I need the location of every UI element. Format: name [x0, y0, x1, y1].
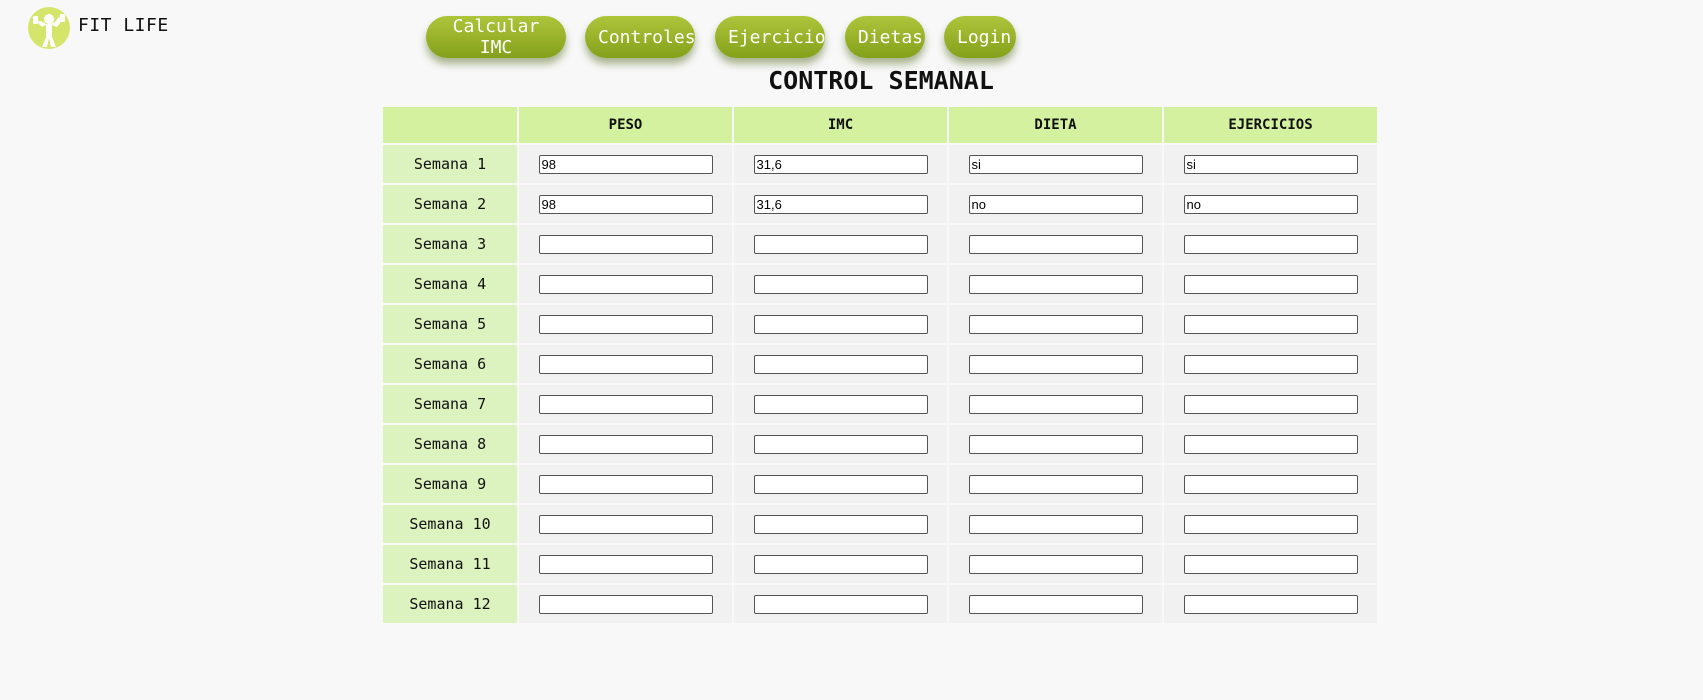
header-corner — [383, 107, 517, 143]
week-label: Semana 1 — [383, 145, 517, 183]
table-row: Semana 5 — [383, 305, 1377, 343]
imc-input[interactable] — [753, 235, 928, 254]
table-row: Semana 12 — [383, 585, 1377, 623]
nav-dietas-button[interactable]: Dietas — [845, 16, 925, 58]
table-row: Semana 2 — [383, 185, 1377, 223]
table-row: Semana 9 — [383, 465, 1377, 503]
peso-input[interactable] — [538, 195, 713, 214]
week-label: Semana 6 — [383, 345, 517, 383]
dieta-input[interactable] — [968, 395, 1143, 414]
nav-login-button[interactable]: Login — [944, 16, 1016, 58]
ejercicios-input[interactable] — [1183, 555, 1358, 574]
dieta-input[interactable] — [968, 595, 1143, 614]
week-label: Semana 10 — [383, 505, 517, 543]
imc-input[interactable] — [753, 595, 928, 614]
peso-input[interactable] — [538, 595, 713, 614]
table-body: Semana 1 Semana 2 Semana 3 Semana 4 — [383, 145, 1377, 623]
imc-input[interactable] — [753, 355, 928, 374]
week-label: Semana 12 — [383, 585, 517, 623]
week-label: Semana 11 — [383, 545, 517, 583]
week-label: Semana 4 — [383, 265, 517, 303]
fitness-person-icon — [28, 7, 70, 49]
ejercicios-input[interactable] — [1183, 155, 1358, 174]
ejercicios-input[interactable] — [1183, 395, 1358, 414]
brand-name: FIT LIFE — [78, 15, 169, 36]
ejercicios-input[interactable] — [1183, 595, 1358, 614]
peso-input[interactable] — [538, 275, 713, 294]
header-imc: IMC — [734, 107, 947, 143]
imc-input[interactable] — [753, 315, 928, 334]
main-nav: Calcular IMC Controles Ejercicio Dietas … — [426, 16, 1035, 58]
peso-input[interactable] — [538, 515, 713, 534]
dieta-input[interactable] — [968, 235, 1143, 254]
imc-input[interactable] — [753, 195, 928, 214]
page-title: CONTROL SEMANAL — [768, 66, 994, 95]
peso-input[interactable] — [538, 355, 713, 374]
dieta-input[interactable] — [968, 315, 1143, 334]
dieta-input[interactable] — [968, 555, 1143, 574]
nav-ejercicio-button[interactable]: Ejercicio — [715, 16, 826, 58]
table-row: Semana 7 — [383, 385, 1377, 423]
ejercicios-input[interactable] — [1183, 275, 1358, 294]
dieta-input[interactable] — [968, 195, 1143, 214]
imc-input[interactable] — [753, 155, 928, 174]
week-label: Semana 7 — [383, 385, 517, 423]
table-row: Semana 6 — [383, 345, 1377, 383]
peso-input[interactable] — [538, 395, 713, 414]
imc-input[interactable] — [753, 515, 928, 534]
imc-input[interactable] — [753, 555, 928, 574]
header-ejercicios: EJERCICIOS — [1164, 107, 1377, 143]
ejercicios-input[interactable] — [1183, 515, 1358, 534]
ejercicios-input[interactable] — [1183, 475, 1358, 494]
week-label: Semana 9 — [383, 465, 517, 503]
week-label: Semana 3 — [383, 225, 517, 263]
peso-input[interactable] — [538, 315, 713, 334]
weekly-control-table: PESO IMC DIETA EJERCICIOS Semana 1 Seman… — [381, 105, 1379, 625]
week-label: Semana 5 — [383, 305, 517, 343]
table-row: Semana 8 — [383, 425, 1377, 463]
peso-input[interactable] — [538, 435, 713, 454]
ejercicios-input[interactable] — [1183, 355, 1358, 374]
header-peso: PESO — [519, 107, 732, 143]
table-row: Semana 1 — [383, 145, 1377, 183]
table-row: Semana 10 — [383, 505, 1377, 543]
week-label: Semana 8 — [383, 425, 517, 463]
dieta-input[interactable] — [968, 515, 1143, 534]
table-header-row: PESO IMC DIETA EJERCICIOS — [383, 107, 1377, 143]
peso-input[interactable] — [538, 475, 713, 494]
imc-input[interactable] — [753, 475, 928, 494]
ejercicios-input[interactable] — [1183, 195, 1358, 214]
peso-input[interactable] — [538, 555, 713, 574]
table-row: Semana 3 — [383, 225, 1377, 263]
dieta-input[interactable] — [968, 355, 1143, 374]
peso-input[interactable] — [538, 155, 713, 174]
dieta-input[interactable] — [968, 275, 1143, 294]
dieta-input[interactable] — [968, 435, 1143, 454]
ejercicios-input[interactable] — [1183, 315, 1358, 334]
week-label: Semana 2 — [383, 185, 517, 223]
header-dieta: DIETA — [949, 107, 1162, 143]
imc-input[interactable] — [753, 395, 928, 414]
imc-input[interactable] — [753, 435, 928, 454]
nav-calcular-imc-button[interactable]: Calcular IMC — [426, 16, 566, 58]
table-row: Semana 4 — [383, 265, 1377, 303]
nav-controles-button[interactable]: Controles — [585, 16, 696, 58]
brand-logo[interactable]: FIT LIFE — [28, 7, 169, 49]
dieta-input[interactable] — [968, 475, 1143, 494]
peso-input[interactable] — [538, 235, 713, 254]
ejercicios-input[interactable] — [1183, 435, 1358, 454]
table-row: Semana 11 — [383, 545, 1377, 583]
ejercicios-input[interactable] — [1183, 235, 1358, 254]
dieta-input[interactable] — [968, 155, 1143, 174]
imc-input[interactable] — [753, 275, 928, 294]
